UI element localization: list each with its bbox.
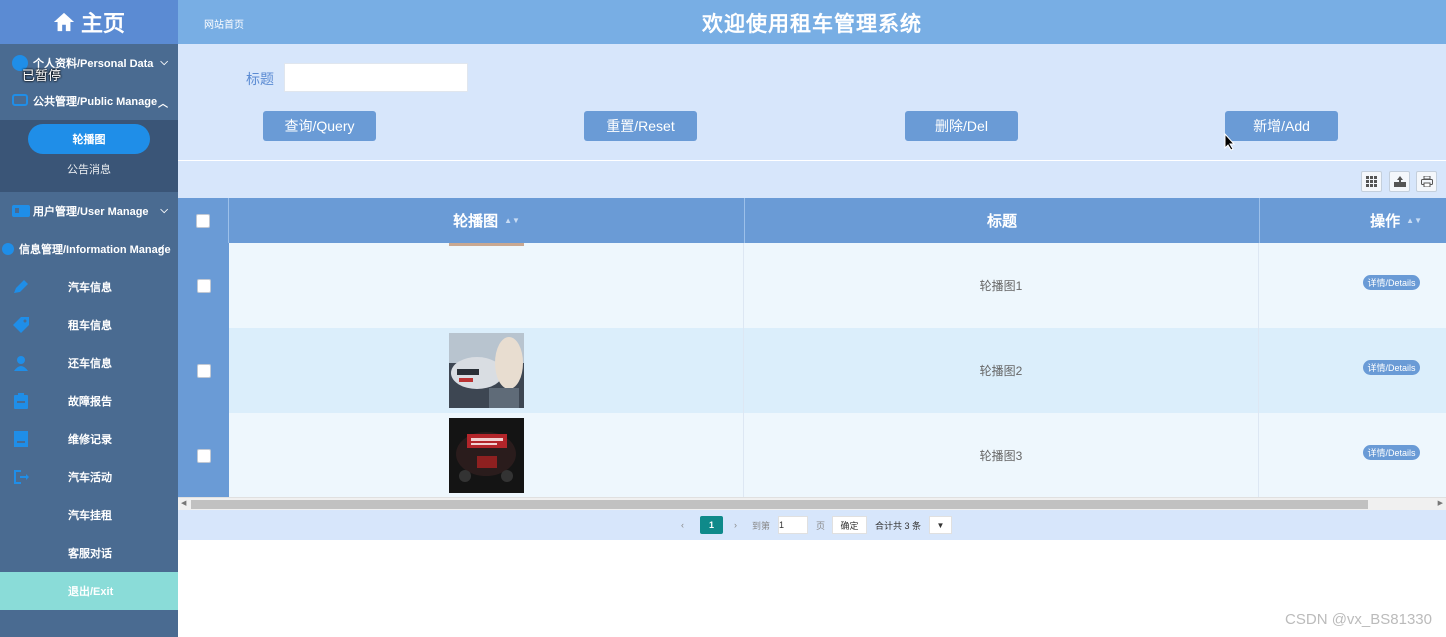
column-header-title: 标题 bbox=[745, 198, 1260, 243]
carousel-thumbnail bbox=[449, 418, 524, 493]
sidebar-item-car-listing[interactable]: 汽车挂租 bbox=[0, 496, 178, 534]
scroll-left-icon[interactable]: ◀ bbox=[181, 499, 186, 507]
sidebar-item-fault-report[interactable]: 故障报告 bbox=[0, 382, 178, 420]
details-button[interactable]: 详情/Details bbox=[1363, 445, 1420, 460]
carousel-thumbnail bbox=[449, 333, 524, 408]
public-submenu: 轮播图 公告消息 bbox=[0, 120, 178, 192]
chevron-down-icon: ▼ bbox=[936, 520, 945, 530]
scrollbar-thumb[interactable] bbox=[191, 500, 1368, 509]
sort-icon: ▲▼ bbox=[504, 216, 520, 225]
home-link[interactable]: 主页 bbox=[0, 0, 178, 44]
sidebar-item-car-activity[interactable]: 汽车活动 bbox=[0, 458, 178, 496]
table-row: 轮播图3 详情/Details bbox=[178, 413, 1446, 498]
top-header: 网站首页 欢迎使用租车管理系统 bbox=[178, 0, 1446, 44]
query-button[interactable]: 查询/Query bbox=[263, 111, 376, 141]
pencil-icon bbox=[14, 280, 28, 293]
watermark: CSDN @vx_BS81330 bbox=[1285, 611, 1432, 628]
pagination: ‹ 1 › 到第 页 确定 合计共 3 条 ▼ bbox=[178, 510, 1446, 540]
home-label: 主页 bbox=[80, 11, 125, 36]
page-title: 欢迎使用租车管理系统 bbox=[702, 13, 922, 36]
goto-page-input[interactable] bbox=[778, 516, 808, 534]
chevron-down-icon: ⌵ bbox=[160, 57, 168, 68]
total-count: 合计共 3 条 bbox=[875, 520, 922, 531]
sidebar-group-label: 用户管理/User Manage bbox=[33, 206, 149, 218]
person-icon bbox=[14, 356, 28, 371]
sidebar-item-rental-info[interactable]: 租车信息 bbox=[0, 306, 178, 344]
delete-button[interactable]: 删除/Del bbox=[905, 111, 1018, 141]
title-cell: 轮播图2 bbox=[744, 328, 1259, 413]
goto-label: 到第 bbox=[752, 520, 771, 531]
table-header: 轮播图 ▲▼ 标题 操作 ▲▼ bbox=[178, 198, 1446, 243]
reset-button[interactable]: 重置/Reset bbox=[584, 111, 697, 141]
title-filter-label: 标题 bbox=[246, 71, 274, 87]
table-toolbar bbox=[178, 161, 1446, 198]
sidebar-item-return-info[interactable]: 还车信息 bbox=[0, 344, 178, 382]
title-filter-input[interactable] bbox=[284, 63, 468, 92]
row-checkbox[interactable] bbox=[196, 278, 211, 293]
id-card-icon bbox=[12, 204, 30, 218]
details-button[interactable]: 详情/Details bbox=[1363, 275, 1420, 290]
document-icon bbox=[14, 431, 28, 447]
logout-icon bbox=[14, 470, 29, 484]
columns-icon[interactable] bbox=[1361, 171, 1382, 192]
row-checkbox[interactable] bbox=[196, 448, 211, 463]
row-checkbox[interactable] bbox=[196, 363, 211, 378]
sidebar-item-repair-record[interactable]: 维修记录 bbox=[0, 420, 178, 458]
sidebar-group-user[interactable]: 用户管理/User Manage ⌵ bbox=[0, 192, 178, 230]
sidebar-group-label: 公共管理/Public Manage bbox=[33, 96, 158, 108]
sidebar-exit[interactable]: 退出/Exit bbox=[0, 572, 178, 610]
next-page-icon[interactable]: › bbox=[734, 516, 737, 534]
page-unit-label: 页 bbox=[816, 520, 826, 531]
horizontal-scrollbar[interactable]: ◀ ▶ bbox=[178, 497, 1446, 510]
image-cell bbox=[229, 243, 744, 328]
sidebar-group-info[interactable]: 信息管理/Information Manage ✓ bbox=[0, 230, 178, 268]
image-cell bbox=[229, 328, 744, 413]
add-button[interactable]: 新增/Add bbox=[1225, 111, 1338, 141]
select-all-checkbox[interactable] bbox=[196, 213, 210, 228]
monitor-icon bbox=[12, 94, 30, 108]
column-header-image[interactable]: 轮播图 ▲▼ bbox=[229, 198, 745, 243]
sidebar-item-car-info[interactable]: 汽车信息 bbox=[0, 268, 178, 306]
select-all-cell bbox=[178, 198, 229, 243]
clipboard-icon bbox=[14, 393, 28, 409]
export-icon[interactable] bbox=[1389, 171, 1410, 192]
goto-confirm-button[interactable]: 确定 bbox=[832, 516, 867, 534]
prev-page-icon[interactable]: ‹ bbox=[681, 516, 684, 534]
sidebar-item-chat[interactable]: 客服对话 bbox=[0, 534, 178, 572]
current-page[interactable]: 1 bbox=[700, 516, 723, 534]
column-header-actions[interactable]: 操作 ▲▼ bbox=[1260, 198, 1446, 243]
chevron-up-icon: ︿ bbox=[158, 99, 168, 110]
chevron-down-icon: ✓ bbox=[157, 243, 166, 254]
carousel-thumbnail bbox=[449, 243, 524, 246]
print-icon[interactable] bbox=[1416, 171, 1437, 192]
home-icon bbox=[53, 12, 75, 32]
data-table: 轮播图 ▲▼ 标题 操作 ▲▼ 轮播图1 详情/Details 轮播图2 详情/… bbox=[178, 198, 1446, 498]
sort-icon: ▲▼ bbox=[1406, 216, 1422, 225]
sidebar: 主页 个人资料/Personal Data ⌵ 已暂停 公共管理/Public … bbox=[0, 0, 178, 637]
sidebar-item-carousel[interactable]: 轮播图 bbox=[28, 124, 150, 154]
info-icon bbox=[2, 242, 16, 256]
mouse-cursor-icon bbox=[1224, 133, 1236, 151]
sidebar-group-public[interactable]: 公共管理/Public Manage ︿ bbox=[0, 82, 178, 120]
image-cell bbox=[229, 413, 744, 498]
chevron-down-icon: ⌵ bbox=[160, 205, 168, 216]
title-cell: 轮播图1 bbox=[744, 243, 1259, 328]
tag-icon bbox=[13, 317, 29, 333]
search-panel: 标题 查询/Query 重置/Reset 删除/Del 新增/Add bbox=[178, 44, 1446, 160]
table-row: 轮播图2 详情/Details bbox=[178, 328, 1446, 413]
scroll-right-icon[interactable]: ▶ bbox=[1438, 499, 1443, 507]
sidebar-item-notice[interactable]: 公告消息 bbox=[0, 154, 178, 184]
page-size-select[interactable]: ▼ bbox=[929, 516, 952, 534]
sidebar-group-label: 信息管理/Information Manage bbox=[19, 244, 171, 256]
title-cell: 轮播图3 bbox=[744, 413, 1259, 498]
table-row: 轮播图1 详情/Details bbox=[178, 243, 1446, 328]
details-button[interactable]: 详情/Details bbox=[1363, 360, 1420, 375]
